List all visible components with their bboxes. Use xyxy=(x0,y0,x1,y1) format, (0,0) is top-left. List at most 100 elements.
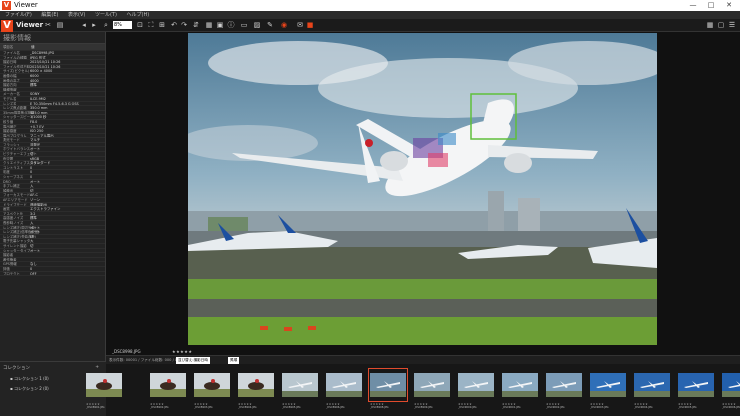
property-value: 1/1000 秒 xyxy=(30,115,47,120)
thumbnail[interactable]: ★★★★★ _DSC8999.JPG xyxy=(414,370,450,409)
thumbnail-image xyxy=(590,373,626,397)
filmstrip-bar: 表示件数: 00001 / ファイル総数: 000 / 000 並び替え:撮影日… xyxy=(106,355,740,364)
panel-title: 撮影情報 xyxy=(0,32,105,44)
thumbnail[interactable]: ★★★★★ _DSC9004.JPG xyxy=(634,370,670,409)
grid-icon[interactable]: ▦ xyxy=(205,21,213,29)
collections-label: コレクション xyxy=(3,366,30,371)
property-value: E 70-350mm F4.5-6.3 G OSS xyxy=(30,101,79,106)
zoom-icon[interactable]: ⌕ xyxy=(102,21,110,29)
grid-view-icon[interactable]: ▦ xyxy=(706,21,714,29)
property-value: オート xyxy=(30,248,41,253)
thumbnail-image xyxy=(414,373,450,397)
thumbnail-image xyxy=(634,373,670,397)
next-icon[interactable]: ▸ xyxy=(90,21,98,29)
actual-size-icon[interactable]: ⊞ xyxy=(158,21,166,29)
order-select[interactable]: 昇順 xyxy=(228,357,240,364)
property-header: 項目名 値 xyxy=(0,44,105,51)
thumbnail-filename: _DSC8999.JPG xyxy=(414,406,433,409)
collection-label: コレクション 1 (0) xyxy=(13,376,49,381)
mail-icon[interactable]: ✉ xyxy=(296,21,304,29)
thumbnail-image xyxy=(194,373,230,397)
app-logo-icon: V xyxy=(2,1,11,10)
header-key: 項目名 xyxy=(3,45,14,49)
app-logo-icon: V xyxy=(1,20,13,32)
menu-tools[interactable]: ツール(T) xyxy=(95,12,117,18)
thumbnail[interactable]: ★★★★★ _DSC9005.JPG xyxy=(678,370,714,409)
thumbnail[interactable]: ★★★★★ _DSC9006.JPG xyxy=(722,370,740,409)
property-value: 切 xyxy=(30,188,34,193)
property-value: オート xyxy=(30,179,41,184)
monitor-icon[interactable]: ▭ xyxy=(240,21,248,29)
property-value: ゾーン xyxy=(30,198,41,202)
property-value: 350.0 mm xyxy=(30,106,48,111)
property-value: 0 xyxy=(30,266,33,271)
image-viewer[interactable]: _DSC8998.JPG ★★★★★ xyxy=(106,32,740,355)
thumbnail[interactable]: ★★★★★ _DSC9003.JPG xyxy=(590,370,626,409)
list-view-icon[interactable]: ☰ xyxy=(728,21,736,29)
thumbnail[interactable]: ★★★★★ _DSC9002.JPG xyxy=(546,370,582,409)
title-bar: V Viewer — □ ✕ xyxy=(0,0,740,11)
viewer-rating[interactable]: ★★★★★ xyxy=(172,349,192,354)
thumbnail-filename: _DSC9005.JPG xyxy=(678,406,697,409)
thumbnail[interactable]: ★★★★★ _DSC9000.JPG xyxy=(458,370,494,409)
rotate-left-icon[interactable]: ↶ xyxy=(170,21,178,29)
property-value: 6000 xyxy=(30,73,39,78)
main-photo[interactable] xyxy=(188,33,657,345)
close-icon[interactable]: ✕ xyxy=(722,0,736,11)
single-view-icon[interactable]: ▢ xyxy=(717,21,725,29)
info-icon[interactable]: ⓘ xyxy=(227,21,235,29)
thumbnail[interactable]: ★★★★★ _DSC8998.JPG xyxy=(368,368,408,409)
zoom-input[interactable]: 8% xyxy=(113,21,132,29)
property-value: 非発光 xyxy=(30,142,41,147)
property-value: 2023/10/21 10:26 xyxy=(30,60,61,65)
thumbnail[interactable]: ★★★★★ _DSC8994.JPG xyxy=(238,370,274,409)
property-value: エクストラファイン xyxy=(30,207,61,212)
thumbnail[interactable]: ★★★★★ _DSC9001.JPG xyxy=(502,370,538,409)
fit-icon[interactable]: ⊡ xyxy=(136,21,144,29)
record-icon[interactable]: ◉ xyxy=(280,21,288,29)
property-value: +0.7 EV xyxy=(30,124,44,129)
prev-icon[interactable]: ◂ xyxy=(80,21,88,29)
viewer-filename: _DSC8998.JPG xyxy=(112,349,141,354)
thumbnail-filename: _DSC9006.JPG xyxy=(722,406,740,409)
upload-icon[interactable]: ■ xyxy=(306,21,314,29)
thumbnail-image xyxy=(150,373,186,397)
window-title: Viewer xyxy=(14,1,38,9)
menu-help[interactable]: ヘルプ(H) xyxy=(127,12,150,18)
edit-icon[interactable]: ✎ xyxy=(266,21,274,29)
frame-icon[interactable]: ▣ xyxy=(216,21,224,29)
property-value: F8.0 xyxy=(30,119,38,124)
menu-file[interactable]: ファイル(F) xyxy=(5,12,32,18)
thumbnail-image xyxy=(326,373,362,397)
rotate-icon[interactable]: ✂ xyxy=(44,21,52,29)
thumbnail[interactable]: ★★★★★ _DSC8992.JPG xyxy=(150,370,186,409)
layout-icon[interactable]: ▤ xyxy=(56,21,64,29)
thumbnail[interactable]: ★★★★★ _DSC8991.JPG xyxy=(86,370,122,409)
toolbar: V Viewer ✂ ▤ ◂ ▸ ⌕ 8% ⊡ ⛶ ⊞ ↶ ↷ ⇵ ▦ ▣ ⓘ … xyxy=(0,19,740,32)
compare-icon[interactable]: ⇵ xyxy=(192,21,200,29)
property-value: 0 xyxy=(30,165,33,170)
property-value: マニュアル露出 xyxy=(30,133,54,138)
property-value: JPEG 形式 xyxy=(30,55,46,60)
property-value: 標準 xyxy=(30,216,37,221)
sort-select[interactable]: 並び替え:撮影日時 xyxy=(176,357,210,364)
property-value: マルチ xyxy=(30,138,41,143)
thumbnail[interactable]: ★★★★★ _DSC8996.JPG xyxy=(326,370,362,409)
property-value: 連続撮影Hi xyxy=(30,202,48,207)
rotate-right-icon[interactable]: ↷ xyxy=(180,21,188,29)
menu-view[interactable]: 表示(V) xyxy=(68,12,85,18)
thumbnail-image xyxy=(458,373,494,397)
fullscreen-icon[interactable]: ⛶ xyxy=(147,21,155,29)
thumbnail[interactable]: ★★★★★ _DSC8993.JPG xyxy=(194,370,230,409)
property-value: オート xyxy=(30,147,41,152)
menu-edit[interactable]: 編集(E) xyxy=(41,12,58,18)
property-value: オート xyxy=(30,225,41,230)
property-value: ISO 250 xyxy=(30,129,44,134)
property-value: 0 xyxy=(30,170,33,175)
maximize-icon[interactable]: □ xyxy=(704,0,718,11)
minimize-icon[interactable]: — xyxy=(686,0,700,11)
image-icon[interactable]: ▨ xyxy=(253,21,261,29)
thumbnail[interactable]: ★★★★★ _DSC8995.JPG xyxy=(282,370,318,409)
property-value: AF-C xyxy=(30,193,38,198)
thumbnail-filename: _DSC8991.JPG xyxy=(86,406,105,409)
